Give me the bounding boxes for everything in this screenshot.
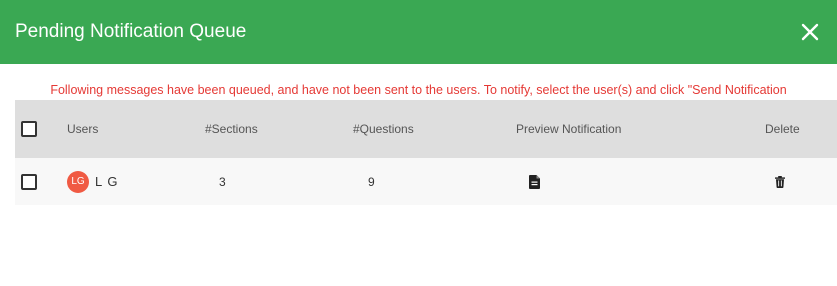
- table-row: LG L G 3 9: [15, 158, 837, 205]
- user-name: L G: [95, 174, 119, 189]
- column-header-questions: #Questions: [353, 122, 414, 136]
- sections-count: 3: [219, 174, 226, 189]
- close-button[interactable]: [798, 20, 822, 44]
- close-icon: [801, 23, 819, 41]
- avatar: LG: [67, 170, 89, 193]
- row-select-cell: [21, 158, 37, 205]
- select-all-checkbox[interactable]: [21, 121, 37, 137]
- column-header-preview: Preview Notification: [516, 122, 622, 136]
- column-header-users: Users: [67, 122, 99, 136]
- table-header: Users #Sections #Questions Preview Notif…: [15, 100, 837, 158]
- user-cell: LG L G: [67, 158, 118, 205]
- column-header-delete: Delete: [765, 122, 800, 136]
- delete-button[interactable]: [775, 158, 785, 205]
- queue-notice: Following messages have been queued, and…: [50, 83, 787, 97]
- document-icon: [529, 174, 541, 189]
- dialog-header: Pending Notification Queue: [0, 0, 837, 64]
- select-all-cell: [21, 100, 37, 158]
- dialog-title: Pending Notification Queue: [15, 21, 247, 42]
- preview-notification-button[interactable]: [529, 158, 541, 205]
- row-checkbox[interactable]: [21, 173, 37, 190]
- column-header-sections: #Sections: [205, 122, 258, 136]
- trash-icon: [775, 175, 785, 188]
- questions-count: 9: [368, 174, 375, 189]
